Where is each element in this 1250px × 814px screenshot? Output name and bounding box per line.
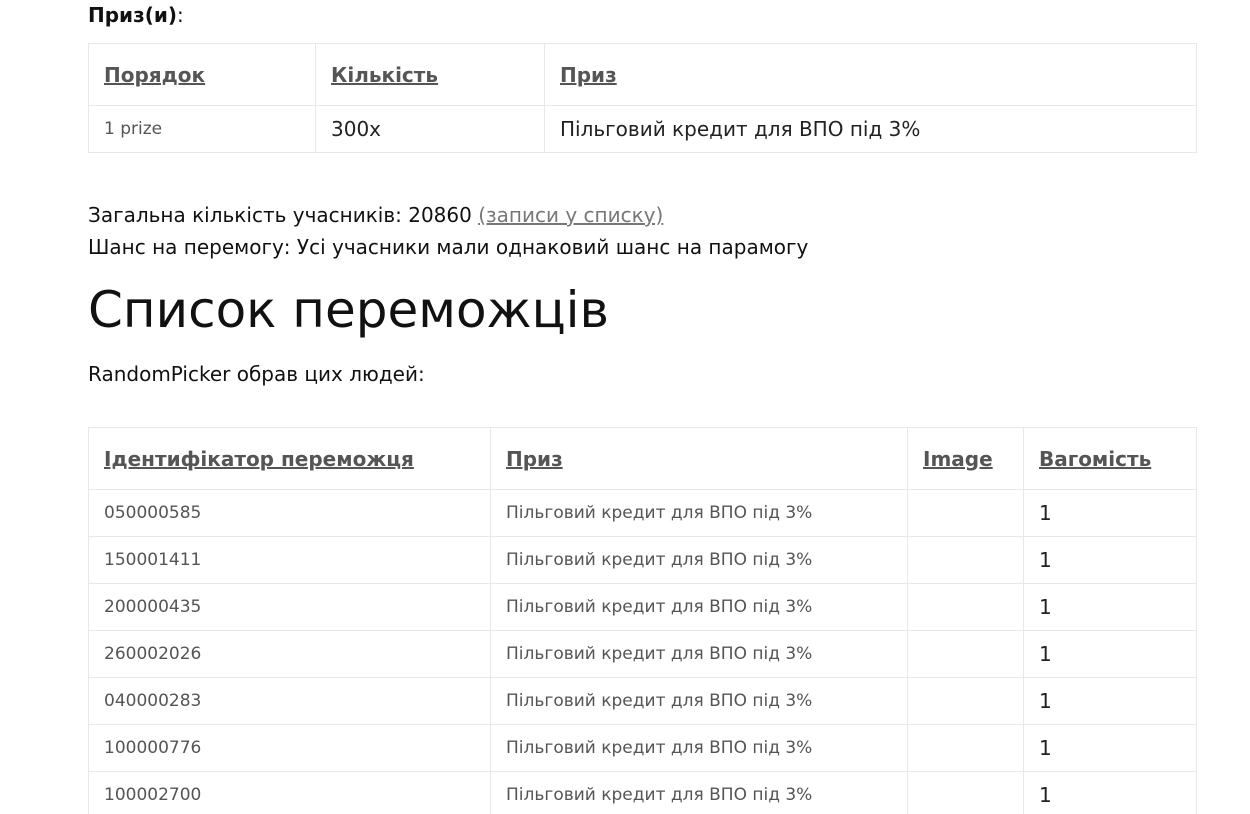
winner-weight-cell: 1 xyxy=(1023,489,1197,537)
table-row: 100000776 Пільговий кредит для ВПО під 3… xyxy=(88,724,1197,772)
sort-quantity-link[interactable]: Кількість xyxy=(331,63,438,87)
winner-image-cell xyxy=(907,771,1024,814)
winner-prize-cell: Пільговий кредит для ВПО під 3% xyxy=(490,771,908,814)
prizes-heading-label: Приз(и) xyxy=(88,3,177,27)
prizes-table: Порядок Кількість Приз 1 prize 300x Піль… xyxy=(88,43,1197,153)
winner-weight-cell: 1 xyxy=(1023,630,1197,678)
participants-line: Загальна кількість учасників: 20860 (зап… xyxy=(88,199,1196,231)
table-row: 260002026 Пільговий кредит для ВПО під 3… xyxy=(88,630,1197,678)
winner-weight-cell: 1 xyxy=(1023,583,1197,631)
winners-col-prize: Приз xyxy=(490,427,908,490)
prizes-col-quantity: Кількість xyxy=(315,43,545,106)
draw-info: Загальна кількість учасників: 20860 (зап… xyxy=(88,199,1196,263)
table-row: 1 prize 300x Пільговий кредит для ВПО пі… xyxy=(88,105,1197,153)
winner-id-cell: 050000585 xyxy=(88,489,491,537)
winners-col-id: Ідентифікатор переможця xyxy=(88,427,491,490)
prizes-heading: Приз(и): xyxy=(88,0,1196,29)
sort-image-link[interactable]: Image xyxy=(923,447,993,471)
winner-prize-cell: Пільговий кредит для ВПО під 3% xyxy=(490,583,908,631)
winner-image-cell xyxy=(907,724,1024,772)
participants-list-link[interactable]: (записи у списку) xyxy=(478,203,663,227)
prize-order-cell: 1 prize xyxy=(88,105,316,153)
content-area: Приз(и): Порядок Кількість Приз 1 prize … xyxy=(88,0,1197,814)
prizes-col-prize: Приз xyxy=(544,43,1197,106)
winner-weight-cell: 1 xyxy=(1023,724,1197,772)
winners-table-header-row: Ідентифікатор переможця Приз Image Вагом… xyxy=(88,427,1197,490)
winner-id-cell: 100000776 xyxy=(88,724,491,772)
winners-intro: RandomPicker обрав цих людей: xyxy=(88,362,425,386)
winner-prize-cell: Пільговий кредит для ВПО під 3% xyxy=(490,489,908,537)
table-row: 050000585 Пільговий кредит для ВПО під 3… xyxy=(88,489,1197,537)
winner-image-cell xyxy=(907,583,1024,631)
prizes-heading-colon: : xyxy=(176,3,184,27)
winner-id-cell: 100002700 xyxy=(88,771,491,814)
winner-image-cell xyxy=(907,677,1024,725)
prize-name-cell: Пільговий кредит для ВПО під 3% xyxy=(544,105,1197,153)
prize-quantity-cell: 300x xyxy=(315,105,545,153)
sort-winner-prize-link[interactable]: Приз xyxy=(506,447,563,471)
prizes-col-order: Порядок xyxy=(88,43,316,106)
table-row: 040000283 Пільговий кредит для ВПО під 3… xyxy=(88,677,1197,725)
winner-image-cell xyxy=(907,489,1024,537)
winners-col-image: Image xyxy=(907,427,1024,490)
winner-prize-cell: Пільговий кредит для ВПО під 3% xyxy=(490,536,908,584)
winner-id-cell: 200000435 xyxy=(88,583,491,631)
winner-weight-cell: 1 xyxy=(1023,771,1197,814)
winner-image-cell xyxy=(907,536,1024,584)
prizes-table-header-row: Порядок Кількість Приз xyxy=(88,43,1197,106)
winner-prize-cell: Пільговий кредит для ВПО під 3% xyxy=(490,630,908,678)
sort-order-link[interactable]: Порядок xyxy=(104,63,205,87)
sort-winner-id-link[interactable]: Ідентифікатор переможця xyxy=(104,447,414,471)
winner-weight-cell: 1 xyxy=(1023,536,1197,584)
winners-col-weight: Вагомість xyxy=(1023,427,1197,490)
winner-prize-cell: Пільговий кредит для ВПО під 3% xyxy=(490,677,908,725)
table-row: 100002700 Пільговий кредит для ВПО під 3… xyxy=(88,771,1197,814)
winner-id-cell: 150001411 xyxy=(88,536,491,584)
winner-id-cell: 260002026 xyxy=(88,630,491,678)
winner-weight-cell: 1 xyxy=(1023,677,1197,725)
winner-image-cell xyxy=(907,630,1024,678)
sort-weight-link[interactable]: Вагомість xyxy=(1039,447,1151,471)
winner-prize-cell: Пільговий кредит для ВПО під 3% xyxy=(490,724,908,772)
table-row: 150001411 Пільговий кредит для ВПО під 3… xyxy=(88,536,1197,584)
sort-prize-link[interactable]: Приз xyxy=(560,63,617,87)
page-title: Список переможців xyxy=(88,281,609,339)
participants-count: Загальна кількість учасників: 20860 xyxy=(88,203,472,227)
chance-line: Шанс на перемогу: Усі учасники мали одна… xyxy=(88,235,809,259)
table-row: 200000435 Пільговий кредит для ВПО під 3… xyxy=(88,583,1197,631)
winners-table: Ідентифікатор переможця Приз Image Вагом… xyxy=(88,427,1197,814)
winner-id-cell: 040000283 xyxy=(88,677,491,725)
